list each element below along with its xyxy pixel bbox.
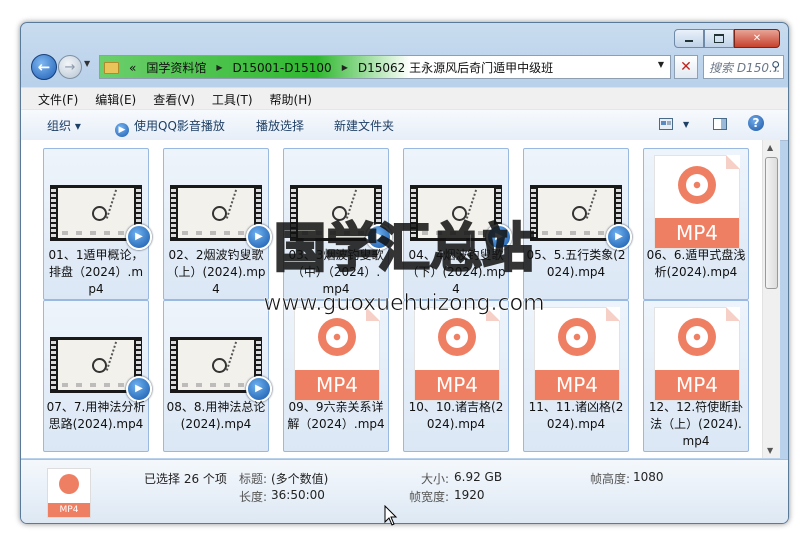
menu-file[interactable]: 文件(F) <box>21 88 78 110</box>
details-pane: MP4 已选择 26 个项 标题: (多个数值) 长度: 36:50:00 大小… <box>21 459 788 523</box>
file-name: 10、10.诸吉格(2024).mp4 <box>408 400 504 431</box>
frame-width-value[interactable]: 1920 <box>454 488 485 502</box>
scroll-up-icon[interactable]: ▲ <box>767 143 773 152</box>
search-input[interactable]: 搜索 D150... ⚲ <box>703 55 784 79</box>
file-name: 05、5.五行类象(2024).mp4 <box>526 248 626 279</box>
close-button[interactable]: ✕ <box>734 29 780 48</box>
view-dropdown-icon[interactable]: ▼ <box>683 120 689 129</box>
address-bar[interactable]: « 国学资料馆 ▶ D15001-D15100 ▶ D15062 王永源风后奇门… <box>99 55 671 79</box>
mp4-file-icon: MP4 <box>654 307 740 401</box>
preview-pane-icon[interactable] <box>713 118 727 130</box>
address-dropdown-icon[interactable]: ▼ <box>658 60 664 69</box>
search-icon[interactable]: ⚲ <box>771 59 780 73</box>
file-item[interactable]: MP4 06、6.遁甲式盘浅析(2024).mp4 <box>643 148 749 300</box>
menu-tools[interactable]: 工具(T) <box>195 88 253 110</box>
menu-view[interactable]: 查看(V) <box>136 88 195 110</box>
mp4-file-icon: MP4 <box>414 307 500 401</box>
search-placeholder: 搜索 D150... <box>709 61 781 75</box>
file-name: 11、11.诸凶格(2024).mp4 <box>528 400 624 431</box>
file-item[interactable]: ▶ 03、3烟波钓叟歌（中）（2024）.mp4 <box>283 148 392 300</box>
qq-player-icon: ▶ <box>115 123 129 137</box>
forward-button[interactable]: → <box>58 55 82 79</box>
file-name: 07、7.用神法分析思路(2024).mp4 <box>46 400 146 431</box>
new-folder-button[interactable]: 新建文件夹 <box>334 117 394 134</box>
maximize-button[interactable] <box>704 29 734 48</box>
frame-height-value[interactable]: 1080 <box>633 470 664 484</box>
mp4-file-icon: MP4 <box>294 307 380 401</box>
file-name: 04、4烟波钓叟歌（下）(2024).mp4 <box>406 248 506 296</box>
file-item[interactable]: MP4 10、10.诸吉格(2024).mp4 <box>403 300 509 452</box>
file-name: 01、1遁甲概论，排盘（2024）.mp4 <box>48 248 144 296</box>
frame-height-label: 帧高度: <box>590 472 631 486</box>
mp4-label: MP4 <box>535 370 619 400</box>
command-bar: 组织 ▾ ▶ 使用QQ影音播放 播放选择 新建文件夹 ▼ ? <box>21 109 788 141</box>
file-item[interactable]: ▶ 02、2烟波钓叟歌（上）(2024).mp4 <box>163 148 272 300</box>
breadcrumb-separator-icon[interactable]: ▶ <box>216 63 222 72</box>
play-qq-button[interactable]: ▶ 使用QQ影音播放 <box>115 117 225 137</box>
file-item[interactable]: ▶ 04、4烟波钓叟歌（下）(2024).mp4 <box>403 148 512 300</box>
menu-bar: 文件(F) 编辑(E) 查看(V) 工具(T) 帮助(H) <box>21 87 788 110</box>
breadcrumb-separator-icon[interactable]: ▶ <box>342 63 348 72</box>
file-view: ▶ 01、1遁甲概论，排盘（2024）.mp4 ▶ 02、2烟波钓叟歌（上）(2024… <box>21 140 762 458</box>
length-value[interactable]: 36:50:00 <box>271 488 325 502</box>
mp4-label: MP4 <box>295 370 379 400</box>
file-name: 08、8.用神法总论(2024).mp4 <box>166 400 266 431</box>
file-item[interactable]: ▶ 01、1遁甲概论，排盘（2024）.mp4 <box>43 148 152 300</box>
mp4-file-icon: MP4 <box>654 155 740 249</box>
breadcrumb-lead[interactable]: « <box>129 61 136 75</box>
explorer-window: ✕ ← → ▼ « 国学资料馆 ▶ D15001-D15100 ▶ D15062… <box>20 22 789 524</box>
file-name: 03、3烟波钓叟歌（中）（2024）.mp4 <box>288 248 384 296</box>
help-icon[interactable]: ? <box>748 115 764 131</box>
size-label: 大小: <box>421 472 450 486</box>
file-name: 09、9六亲关系详解（2024）.mp4 <box>287 400 385 431</box>
menu-edit[interactable]: 编辑(E) <box>78 88 136 110</box>
stop-button[interactable]: ✕ <box>674 55 698 79</box>
menu-help[interactable]: 帮助(H) <box>253 88 312 110</box>
folder-icon <box>104 61 119 74</box>
view-options-icon[interactable] <box>659 118 673 130</box>
play-qq-label: 使用QQ影音播放 <box>134 119 225 133</box>
mp4-label: MP4 <box>655 218 739 248</box>
scroll-down-icon[interactable]: ▼ <box>767 446 773 455</box>
file-item[interactable]: MP4 09、9六亲关系详解（2024）.mp4 <box>283 300 389 452</box>
arrow-left-icon: ← <box>37 58 51 76</box>
navigation-bar: ← → ▼ « 国学资料馆 ▶ D15001-D15100 ▶ D15062 王… <box>27 52 784 82</box>
file-name: 02、2烟波钓叟歌（上）(2024).mp4 <box>166 248 266 296</box>
details-icon-label: MP4 <box>48 503 90 517</box>
play-selection-button[interactable]: 播放选择 <box>256 117 304 134</box>
file-item[interactable]: MP4 12、12.符使断卦法（上）(2024).mp4 <box>643 300 749 452</box>
breadcrumb-item[interactable]: 国学资料馆 <box>146 59 206 76</box>
file-item[interactable]: ▶ 08、8.用神法总论(2024).mp4 <box>163 300 272 452</box>
back-button[interactable]: ← <box>31 54 57 80</box>
file-item[interactable]: ▶ 05、5.五行类象(2024).mp4 <box>523 148 632 300</box>
size-value[interactable]: 6.92 GB <box>454 470 502 484</box>
caption-buttons: ✕ <box>674 29 780 48</box>
mp4-label: MP4 <box>415 370 499 400</box>
organize-button[interactable]: 组织 ▾ <box>47 117 81 134</box>
recent-pages-dropdown[interactable]: ▼ <box>84 59 90 68</box>
scroll-thumb[interactable] <box>765 157 778 289</box>
length-label: 长度: <box>239 490 268 504</box>
file-name: 12、12.符使断卦法（上）(2024).mp4 <box>648 400 744 448</box>
title-label: 标题: <box>239 472 268 486</box>
breadcrumb-item[interactable]: D15001-D15100 <box>233 61 332 75</box>
file-item[interactable]: MP4 11、11.诸凶格(2024).mp4 <box>523 300 629 452</box>
vertical-scrollbar[interactable]: ▲ ▼ <box>762 140 780 458</box>
breadcrumb-item[interactable]: D15062 王永源风后奇门遁甲中级班 <box>358 59 553 76</box>
mp4-label: MP4 <box>655 370 739 400</box>
mp4-file-icon: MP4 <box>47 468 91 518</box>
mp4-file-icon: MP4 <box>534 307 620 401</box>
frame-width-label: 帧宽度: <box>409 490 450 504</box>
mouse-cursor-icon <box>384 505 398 526</box>
title-value[interactable]: (多个数值) <box>271 470 328 487</box>
minimize-button[interactable] <box>674 29 704 48</box>
file-item[interactable]: ▶ 07、7.用神法分析思路(2024).mp4 <box>43 300 152 452</box>
selection-count: 已选择 26 个项 <box>144 472 227 486</box>
file-name: 06、6.遁甲式盘浅析(2024).mp4 <box>646 248 746 279</box>
arrow-right-icon: → <box>64 59 76 75</box>
